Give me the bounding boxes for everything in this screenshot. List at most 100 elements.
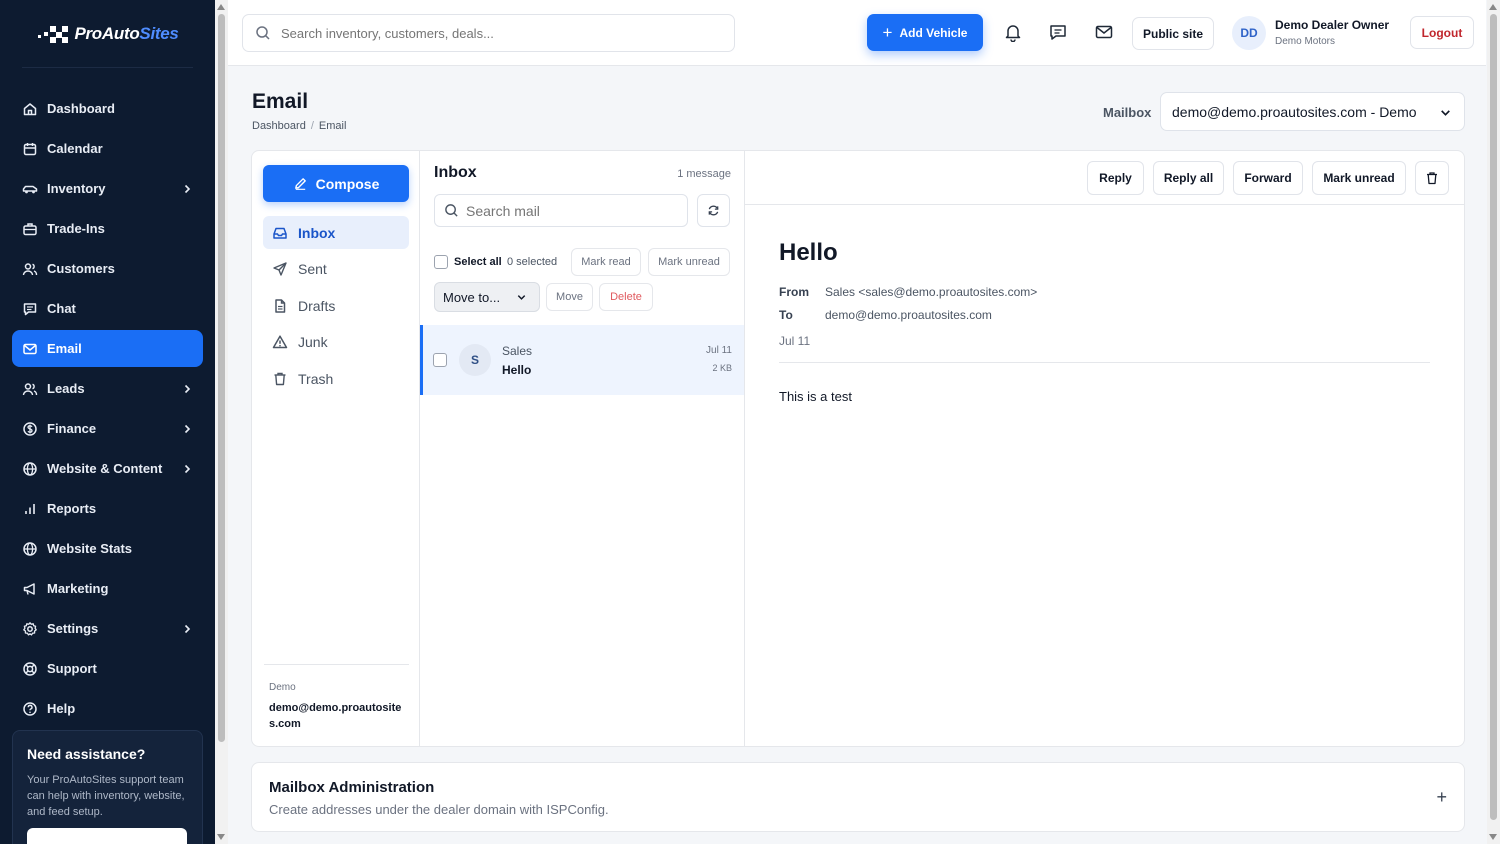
sidebar-item-label: Email: [47, 341, 82, 356]
global-search[interactable]: [242, 14, 735, 52]
message-count: 1 message: [677, 168, 731, 180]
compose-button[interactable]: Compose: [263, 165, 409, 202]
sidebar-item-dashboard[interactable]: Dashboard: [12, 90, 203, 127]
mail-icon[interactable]: [1094, 22, 1114, 42]
sidebar-item-leads[interactable]: Leads: [12, 370, 203, 407]
delete-button[interactable]: Delete: [599, 283, 653, 311]
assistance-title: Need assistance?: [27, 746, 146, 762]
sidebar-item-customers[interactable]: Customers: [12, 250, 203, 287]
mark-read-button[interactable]: Mark read: [571, 248, 641, 276]
calendar-icon: [23, 142, 37, 155]
folder-drafts[interactable]: Drafts: [263, 289, 409, 322]
home-icon: [23, 102, 37, 115]
contact-support-button[interactable]: [27, 828, 187, 844]
bar-chart-icon: [25, 503, 35, 514]
sidebar-item-chat[interactable]: Chat: [12, 290, 203, 327]
scroll-down-arrow-icon[interactable]: [217, 834, 225, 840]
message-icon[interactable]: [1048, 22, 1068, 42]
sidebar-item-marketing[interactable]: Marketing: [12, 570, 203, 607]
mailbox-select[interactable]: demo@demo.proautosites.com - Demo: [1160, 92, 1465, 131]
search-icon: [256, 26, 270, 40]
reader-mark-unread-button[interactable]: Mark unread: [1312, 161, 1406, 195]
brand-logo[interactable]: ProAutoSites: [22, 0, 193, 68]
folder-trash[interactable]: Trash: [263, 362, 409, 395]
scrollbar-thumb[interactable]: [1490, 14, 1497, 820]
sidebar-item-email[interactable]: Email: [12, 330, 203, 367]
account-email: demo@demo.proautosites.com: [269, 702, 402, 730]
selected-count: 0 selected: [507, 256, 558, 268]
folder-junk[interactable]: Junk: [263, 326, 409, 359]
sidebar-item-website-stats[interactable]: Website Stats: [12, 530, 203, 567]
megaphone-icon: [23, 582, 35, 595]
breadcrumb-dashboard[interactable]: Dashboard: [252, 120, 306, 132]
sidebar-item-finance[interactable]: Finance: [12, 410, 203, 447]
reader-divider: [779, 362, 1430, 363]
assistance-card: Need assistance? Your ProAutoSites suppo…: [12, 730, 203, 844]
list-title: Inbox: [434, 164, 477, 181]
mailbox-label: Mailbox: [1103, 105, 1152, 120]
move-button[interactable]: Move: [546, 283, 593, 311]
sidebar-item-settings[interactable]: Settings: [12, 610, 203, 647]
sidebar-item-label: Settings: [47, 621, 99, 636]
select-all-checkbox[interactable]: [434, 255, 448, 269]
sidebar-item-support[interactable]: Support: [12, 650, 203, 687]
sidebar-item-label: Finance: [47, 421, 97, 436]
user-avatar[interactable]: DD: [1232, 16, 1266, 50]
sidebar-item-calendar[interactable]: Calendar: [12, 130, 203, 167]
folder-inbox[interactable]: Inbox: [263, 216, 409, 249]
refresh-button[interactable]: [697, 194, 730, 227]
reply-all-button[interactable]: Reply all: [1153, 161, 1224, 195]
mail-search-input[interactable]: [466, 202, 666, 219]
bell-icon[interactable]: [1003, 22, 1023, 42]
scroll-down-arrow-icon[interactable]: [1489, 834, 1497, 840]
sidebar-item-label: Calendar: [47, 141, 103, 156]
message-date: Jul 11: [706, 345, 732, 356]
select-all[interactable]: Select all: [434, 255, 502, 269]
folder-pane: Compose Inbox Sent Drafts Junk Trash Demo de…: [252, 151, 420, 746]
message-row[interactable]: S Sales Hello Jul 11 2 KB: [420, 325, 744, 395]
delete-message-button[interactable]: [1415, 161, 1449, 195]
forward-button[interactable]: Forward: [1233, 161, 1303, 195]
reader-subject: Hello: [779, 239, 838, 266]
reply-button[interactable]: Reply: [1087, 161, 1144, 195]
add-vehicle-button[interactable]: + Add Vehicle: [867, 14, 983, 51]
sidebar-item-help[interactable]: Help: [12, 690, 203, 727]
chevron-right-icon: [184, 424, 191, 433]
move-to-select[interactable]: Move to...: [434, 282, 540, 312]
mailbox-administration[interactable]: Mailbox Administration Create addresses …: [251, 762, 1465, 832]
expand-plus-icon[interactable]: +: [1436, 787, 1447, 808]
sidebar-item-inventory[interactable]: Inventory: [12, 170, 203, 207]
global-search-input[interactable]: [281, 25, 721, 41]
message-sender: Sales: [502, 344, 533, 358]
folder-account: Demo demo@demo.proautosites.com: [264, 664, 409, 732]
breadcrumb: Dashboard / Email: [252, 120, 347, 132]
sidebar-item-trade-ins[interactable]: Trade-Ins: [12, 210, 203, 247]
logout-button[interactable]: Logout: [1410, 16, 1474, 49]
sidebar-nav: Dashboard Calendar Inventory Trade-Ins Custo…: [0, 68, 215, 727]
users-icon: [22, 382, 38, 395]
to-value: demo@demo.proautosites.com: [825, 308, 992, 322]
public-site-button[interactable]: Public site: [1132, 17, 1214, 50]
refresh-icon: [708, 205, 719, 216]
message-checkbox[interactable]: [433, 353, 447, 367]
folder-label: Sent: [298, 261, 327, 277]
reader-toolbar: Reply Reply all Forward Mark unread: [745, 151, 1464, 205]
sidebar-item-label: Website & Content: [47, 461, 163, 476]
breadcrumb-email: Email: [318, 120, 347, 132]
scroll-up-arrow-icon[interactable]: [1489, 4, 1497, 10]
scroll-up-arrow-icon[interactable]: [217, 4, 225, 10]
sidebar-scrollbar[interactable]: [215, 0, 228, 844]
mark-unread-button[interactable]: Mark unread: [648, 248, 730, 276]
sidebar-item-website-content[interactable]: Website & Content: [12, 450, 203, 487]
page-scrollbar[interactable]: [1487, 0, 1500, 844]
scrollbar-thumb[interactable]: [218, 14, 225, 742]
to-label: To: [779, 308, 793, 322]
chevron-right-icon: [184, 184, 191, 193]
mail-search[interactable]: [434, 194, 688, 227]
reader-date: Jul 11: [779, 334, 811, 348]
sidebar-item-reports[interactable]: Reports: [12, 490, 203, 527]
briefcase-icon: [23, 222, 37, 235]
assistance-text: Your ProAutoSites support team can help …: [27, 774, 185, 818]
folder-sent[interactable]: Sent: [263, 253, 409, 286]
message-size: 2 KB: [712, 363, 732, 373]
